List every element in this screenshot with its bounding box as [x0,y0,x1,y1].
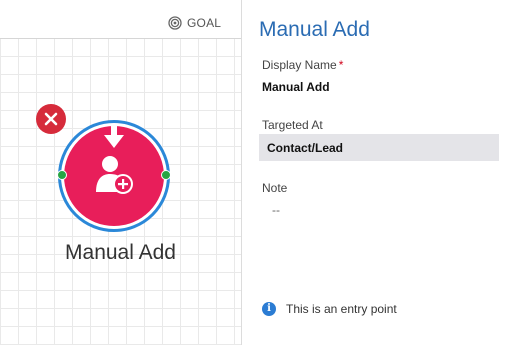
node-output-connector[interactable] [161,170,171,180]
arrow-down-icon [104,124,124,148]
display-name-label: Display Name * [262,58,343,72]
required-mark: * [338,58,344,72]
person-add-icon [96,156,133,194]
panel-title: Manual Add [259,18,370,41]
journey-editor: GOAL Manual Add Manual Add Display Name … [0,0,506,345]
entry-point-info: i This is an entry point [262,302,397,316]
targeted-at-label: Targeted At [262,118,323,132]
close-icon [44,112,58,126]
delete-node-button[interactable] [36,104,66,134]
display-name-field[interactable]: Manual Add [262,80,330,94]
node-label: Manual Add [65,241,176,264]
goal-button[interactable]: GOAL [168,16,221,30]
note-field[interactable]: -- [272,203,280,217]
info-icon: i [262,302,276,316]
canvas-divider [0,38,241,39]
properties-panel: Manual Add Display Name * Manual Add Targ… [241,0,506,345]
goal-label: GOAL [187,16,222,30]
node-input-connector[interactable] [57,170,67,180]
journey-canvas[interactable]: GOAL Manual Add [0,0,241,345]
display-name-label-text: Display Name [262,58,337,72]
target-icon [168,16,182,30]
targeted-at-field[interactable]: Contact/Lead [259,134,499,161]
note-label: Note [262,181,288,195]
entry-point-text: This is an entry point [286,302,397,316]
